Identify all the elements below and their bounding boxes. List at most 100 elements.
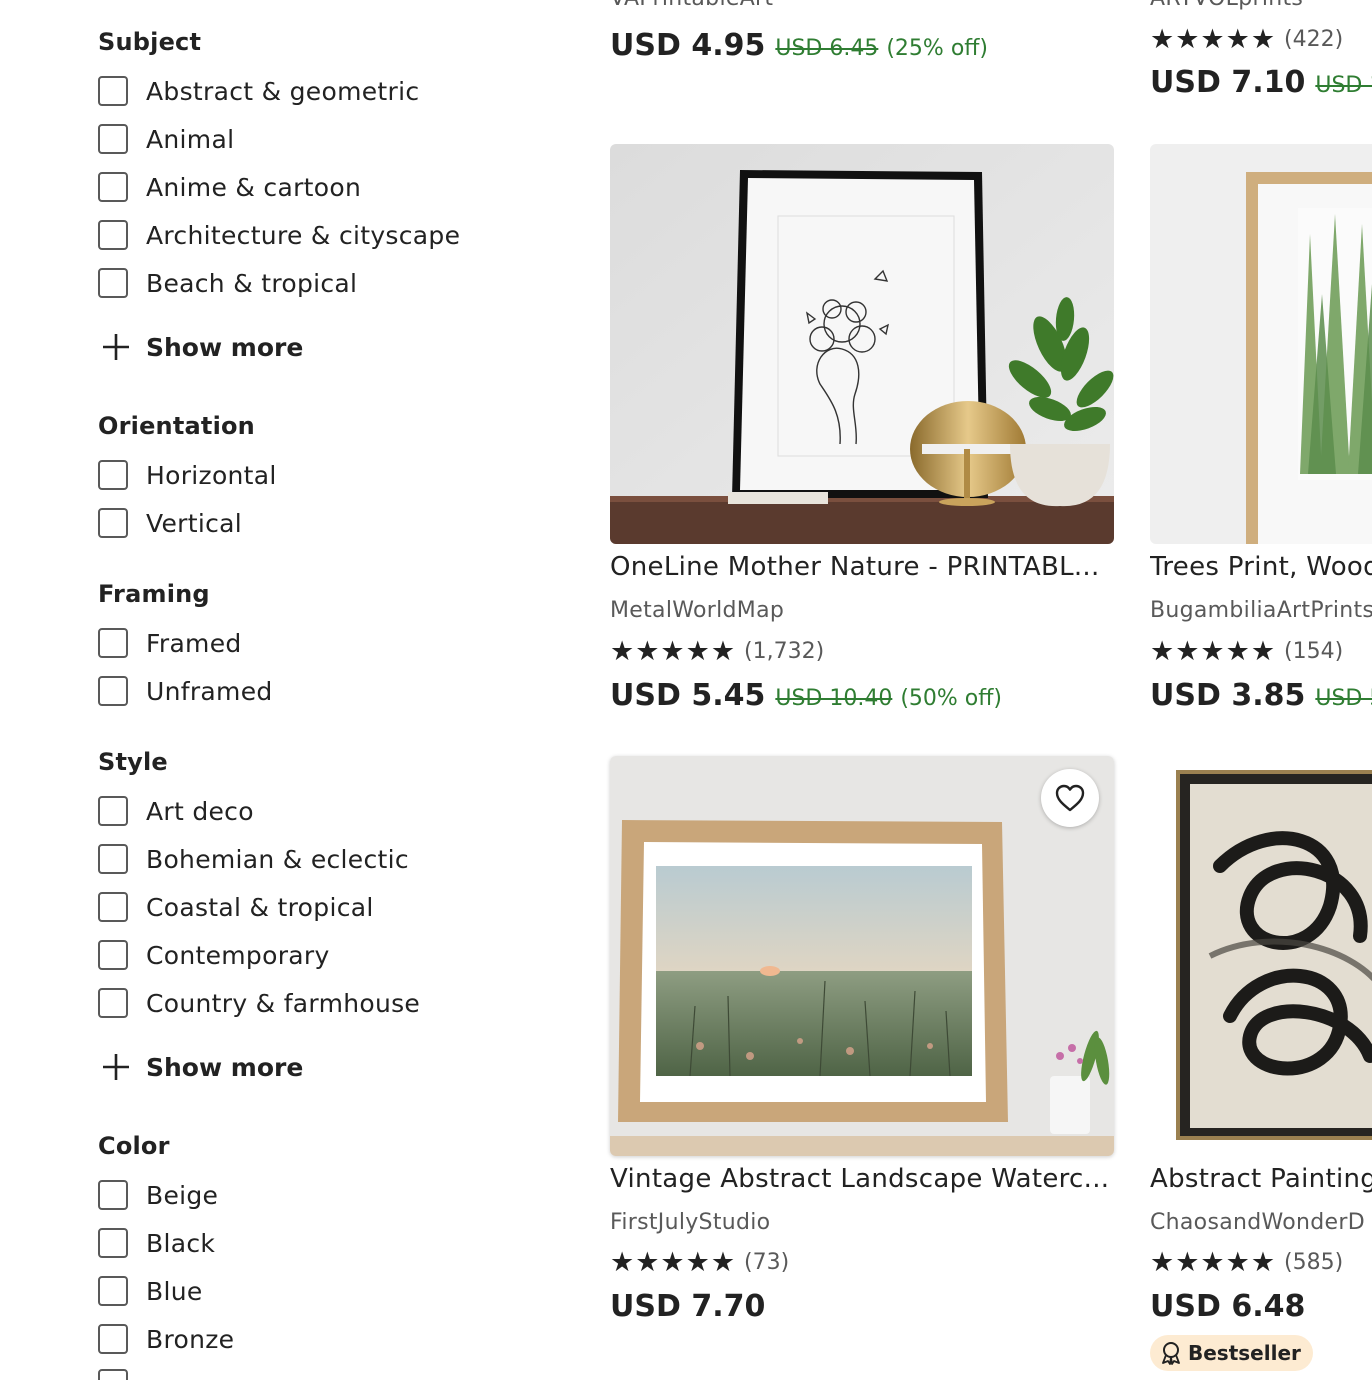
checkbox[interactable] [98, 1324, 128, 1354]
filter-option-art-deco[interactable]: Art deco [98, 793, 254, 829]
listing-rating: ★★★★★ (422) [1150, 26, 1372, 53]
filter-option-label: Unframed [146, 676, 273, 706]
heart-icon [1055, 784, 1085, 812]
listing-original-price: USD 6.45 [775, 36, 879, 61]
checkbox[interactable] [98, 220, 128, 250]
listing-price: USD 7.10 [1150, 65, 1306, 100]
listing-rating: ★★★★★ (585) [1150, 1249, 1343, 1276]
listing-shop-name[interactable]: ChaosandWonderD [1150, 1210, 1372, 1235]
listing-price: USD 6.48 [1150, 1289, 1306, 1324]
listing-title[interactable]: Vintage Abstract Landscape Waterc... [610, 1164, 1114, 1194]
listing-price-row: USD 7.70 [610, 1289, 1130, 1324]
filter-option-animal[interactable]: Animal [98, 121, 234, 157]
listing-title[interactable]: OneLine Mother Nature - PRINTABL... [610, 552, 1114, 582]
listing-title[interactable]: Abstract Painting [1150, 1164, 1372, 1194]
checkbox[interactable] [98, 1228, 128, 1258]
filter-option-partial[interactable] [98, 1369, 128, 1380]
checkbox[interactable] [98, 1369, 128, 1380]
checkbox[interactable] [98, 1276, 128, 1306]
checkbox[interactable] [98, 508, 128, 538]
filter-group-title-orientation: Orientation [98, 412, 255, 440]
listing-image[interactable] [610, 144, 1114, 544]
plus-icon [103, 334, 129, 360]
listing-rating: ★★★★★ (1,732) [610, 638, 824, 665]
filter-option-abstract-geometric[interactable]: Abstract & geometric [98, 73, 419, 109]
listing-title[interactable]: Trees Print, Wood [1150, 552, 1372, 582]
filter-option-framed[interactable]: Framed [98, 625, 242, 661]
filter-option-bohemian-eclectic[interactable]: Bohemian & eclectic [98, 841, 409, 877]
filter-option-label: Horizontal [146, 460, 277, 490]
checkbox[interactable] [98, 76, 128, 106]
checkbox[interactable] [98, 1180, 128, 1210]
listing-price-row: USD 6.48 [1150, 1289, 1372, 1324]
filter-option-label: Black [146, 1228, 216, 1258]
checkbox[interactable] [98, 268, 128, 298]
checkbox[interactable] [98, 940, 128, 970]
badge-label: Bestseller [1188, 1341, 1301, 1365]
review-count: (422) [1284, 27, 1344, 52]
filter-option-coastal-tropical[interactable]: Coastal & tropical [98, 889, 374, 925]
checkbox[interactable] [98, 844, 128, 874]
listing-shop-name[interactable]: ARTVOLprints [1150, 0, 1372, 11]
checkbox[interactable] [98, 676, 128, 706]
listing-title-clip: Abstract Painting [1150, 1164, 1372, 1204]
listing-discount: (25% off) [886, 36, 989, 61]
filter-option-label: Vertical [146, 508, 242, 538]
filter-option-label: Anime & cartoon [146, 172, 362, 202]
checkbox[interactable] [98, 628, 128, 658]
trees-print-image [1150, 144, 1372, 544]
filter-group-title-framing: Framing [98, 580, 210, 608]
listing-shop-name[interactable]: FirstJulyStudio [610, 1210, 1114, 1235]
style-show-more-button[interactable]: Show more [98, 1049, 303, 1085]
filter-option-bronze[interactable]: Bronze [98, 1321, 234, 1357]
filter-option-black[interactable]: Black [98, 1225, 215, 1261]
review-count: (73) [744, 1250, 790, 1275]
listing-shop-name[interactable]: MetalWorldMap [610, 598, 1114, 623]
filter-option-horizontal[interactable]: Horizontal [98, 457, 277, 493]
filter-option-vertical[interactable]: Vertical [98, 505, 242, 541]
listing-price-row: USD 7.10 USD 13. [1150, 65, 1372, 100]
award-ribbon-icon [1162, 1342, 1180, 1365]
filter-group-title-subject: Subject [98, 28, 202, 56]
star-rating-icon: ★★★★★ [610, 636, 737, 667]
checkbox[interactable] [98, 460, 128, 490]
listing-image[interactable] [1150, 756, 1372, 1156]
filter-option-label: Bronze [146, 1324, 235, 1354]
listing-image[interactable] [610, 756, 1114, 1156]
filter-option-blue[interactable]: Blue [98, 1273, 203, 1309]
review-count: (154) [1284, 639, 1344, 664]
filter-option-unframed[interactable]: Unframed [98, 673, 273, 709]
listing-rating: ★★★★★ (154) [1150, 638, 1343, 665]
listing-price: USD 3.85 [1150, 678, 1306, 713]
listing-shop-name[interactable]: VAPrintableArt [610, 0, 1110, 11]
filter-option-anime-cartoon[interactable]: Anime & cartoon [98, 169, 361, 205]
subject-show-more-button[interactable]: Show more [98, 329, 303, 365]
filter-option-beige[interactable]: Beige [98, 1177, 218, 1213]
listing-shop-clip: ChaosandWonderD [1150, 1210, 1372, 1242]
show-more-label: Show more [146, 332, 304, 362]
checkbox[interactable] [98, 172, 128, 202]
review-count: (1,732) [744, 639, 825, 664]
filter-option-label: Blue [146, 1276, 203, 1306]
filter-option-label: Country & farmhouse [146, 988, 421, 1018]
landscape-watercolor-image [610, 756, 1114, 1156]
filter-option-label: Bohemian & eclectic [146, 844, 409, 874]
line-art-print-image [610, 144, 1114, 544]
listing-original-price: USD 10.40 [775, 686, 893, 711]
filter-option-label: Beach & tropical [146, 268, 358, 298]
listing-shop-name[interactable]: BugambiliaArtPrints [1150, 598, 1372, 623]
filter-option-contemporary[interactable]: Contemporary [98, 937, 330, 973]
checkbox[interactable] [98, 124, 128, 154]
filter-option-architecture-cityscape[interactable]: Architecture & cityscape [98, 217, 460, 253]
listing-original-price: USD 13. [1315, 73, 1372, 98]
checkbox[interactable] [98, 796, 128, 826]
favorite-button[interactable] [1041, 769, 1099, 827]
star-rating-icon: ★★★★★ [610, 1247, 737, 1278]
checkbox[interactable] [98, 892, 128, 922]
abstract-painting-image [1150, 756, 1372, 1156]
filter-option-beach-tropical[interactable]: Beach & tropical [98, 265, 357, 301]
listing-price: USD 4.95 [610, 28, 766, 63]
filter-option-country-farmhouse[interactable]: Country & farmhouse [98, 985, 420, 1021]
listing-image[interactable] [1150, 144, 1372, 544]
checkbox[interactable] [98, 988, 128, 1018]
